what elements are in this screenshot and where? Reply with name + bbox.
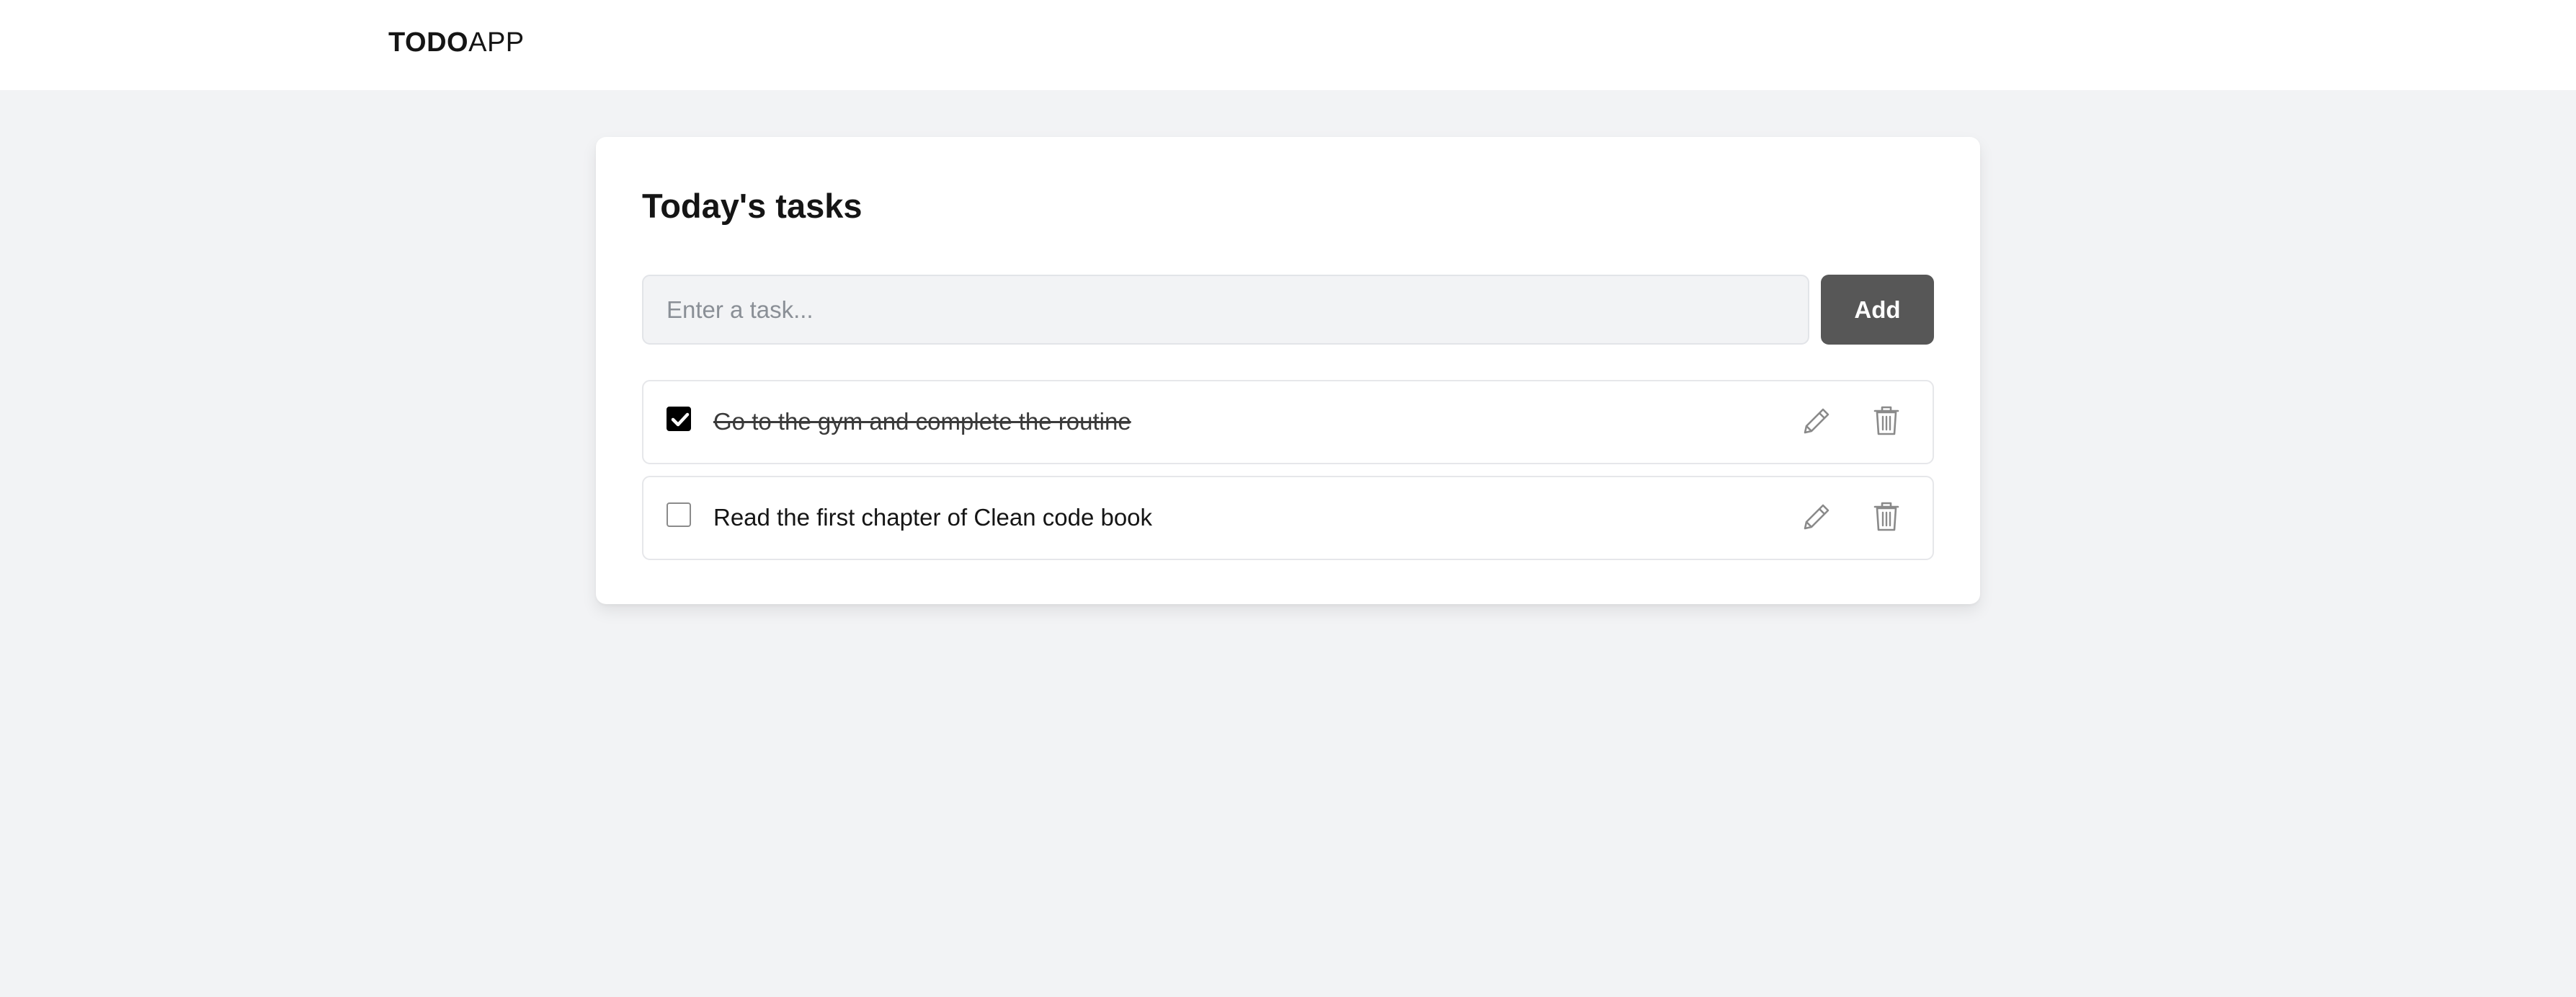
task-checkbox-unchecked[interactable] bbox=[667, 502, 691, 527]
logo-bold-text: TODO bbox=[388, 27, 469, 58]
checkmark-icon bbox=[671, 412, 690, 427]
delete-task-button[interactable] bbox=[1866, 401, 1907, 441]
edit-task-button[interactable] bbox=[1796, 497, 1837, 537]
trash-icon bbox=[1873, 406, 1899, 435]
task-item: Go to the gym and complete the routine bbox=[642, 380, 1934, 464]
pencil-icon bbox=[1804, 408, 1830, 434]
tasks-card: Today's tasks Add Go to the gym and comp… bbox=[596, 137, 1980, 604]
task-checkbox-checked[interactable] bbox=[667, 407, 691, 431]
trash-icon bbox=[1873, 502, 1899, 531]
task-list: Go to the gym and complete the routine R… bbox=[642, 380, 1934, 572]
top-navbar: TODOAPP bbox=[0, 0, 2576, 90]
edit-task-button[interactable] bbox=[1796, 401, 1837, 441]
add-task-button[interactable]: Add bbox=[1821, 275, 1934, 345]
task-text: Go to the gym and complete the routine bbox=[713, 408, 1131, 435]
pencil-icon bbox=[1804, 504, 1830, 530]
task-text: Read the first chapter of Clean code boo… bbox=[713, 504, 1153, 531]
logo-light-text: APP bbox=[468, 27, 525, 58]
new-task-input[interactable] bbox=[642, 275, 1809, 345]
app-logo[interactable]: TODOAPP bbox=[388, 27, 525, 58]
page-title: Today's tasks bbox=[642, 187, 863, 225]
task-item: Read the first chapter of Clean code boo… bbox=[642, 476, 1934, 560]
delete-task-button[interactable] bbox=[1866, 497, 1907, 537]
